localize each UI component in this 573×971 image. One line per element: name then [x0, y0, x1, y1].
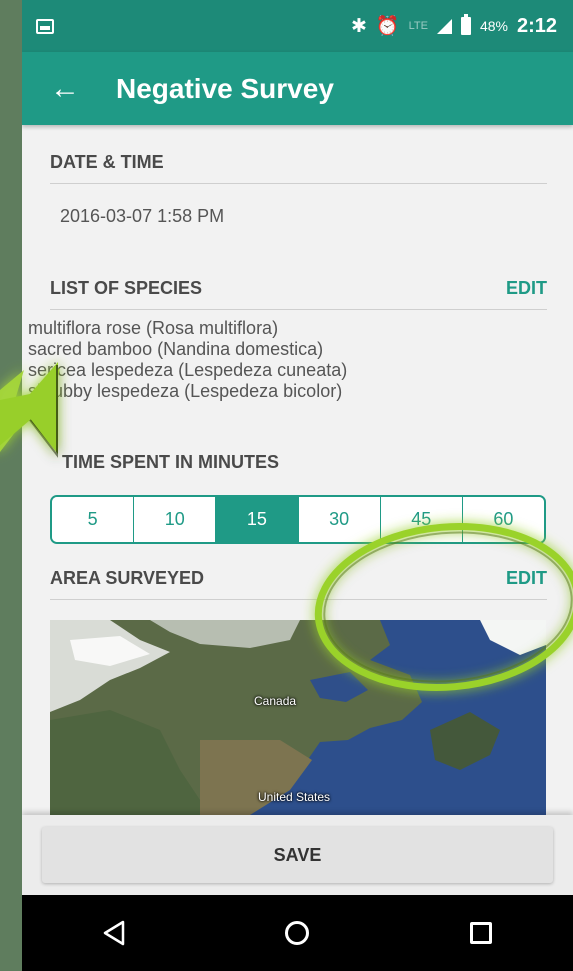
back-arrow-icon[interactable]: ←: [50, 73, 90, 104]
date-time-header: DATE & TIME: [50, 125, 547, 184]
edit-species-button[interactable]: EDIT: [506, 278, 547, 299]
time-option-10[interactable]: 10: [134, 497, 217, 542]
area-header: AREA SURVEYED EDIT: [50, 555, 547, 600]
date-time-label: DATE & TIME: [50, 152, 164, 172]
nav-recents-button[interactable]: [451, 903, 511, 963]
time-option-15[interactable]: 15: [216, 497, 299, 542]
survey-form: DATE & TIME 2016-03-07 1:58 PM LIST OF S…: [22, 125, 573, 971]
time-option-5[interactable]: 5: [52, 497, 135, 542]
species-item: shrubby lespedeza (Lespedeza bicolor): [28, 381, 343, 401]
species-label: LIST OF SPECIES: [50, 278, 203, 298]
map-label-united-states: United States: [258, 790, 331, 804]
time-option-30[interactable]: 30: [298, 497, 381, 542]
phone-screen: ✱ ⏰ LTE 48% 2:12 ← Negative Survey DATE …: [22, 0, 573, 971]
area-map[interactable]: Canada United States: [50, 620, 546, 815]
nav-back-button[interactable]: [84, 903, 144, 963]
edit-area-button[interactable]: EDIT: [506, 568, 547, 589]
area-label: AREA SURVEYED: [50, 568, 205, 588]
save-button[interactable]: SAVE: [42, 827, 553, 883]
time-option-45[interactable]: 45: [380, 497, 463, 542]
map-image: [50, 620, 546, 815]
species-item: sacred bamboo (Nandina domestica): [28, 339, 324, 359]
page-title: Negative Survey: [116, 72, 334, 104]
circle-home-icon: [285, 921, 310, 945]
square-recents-icon: [470, 922, 493, 944]
triangle-back-icon: [103, 920, 125, 946]
species-list: multiflora rose (Rosa multiflora) sacred…: [28, 318, 347, 402]
species-header: LIST OF SPECIES EDIT: [50, 260, 547, 310]
time-spent-header: TIME SPENT IN MINUTES: [62, 447, 547, 483]
alarm-icon: ⏰: [375, 16, 400, 37]
bluetooth-icon: ✱: [350, 15, 367, 37]
lte-indicator: LTE: [408, 20, 428, 32]
nav-home-button[interactable]: [267, 903, 327, 963]
image-notification-icon: [36, 18, 54, 34]
signal-icon: [436, 18, 452, 34]
app-bar: ← Negative Survey: [22, 52, 573, 125]
clock: 2:12: [516, 14, 557, 37]
time-option-60[interactable]: 60: [462, 497, 544, 542]
system-nav-bar: [22, 895, 573, 971]
date-time-value[interactable]: 2016-03-07 1:58 PM: [60, 206, 224, 227]
map-label-canada: Canada: [254, 694, 297, 708]
battery-percent: 48%: [479, 18, 508, 34]
species-item: multiflora rose (Rosa multiflora): [28, 318, 279, 338]
time-spent-selector: 5 10 15 30 45 60: [50, 495, 546, 544]
save-area: SAVE: [22, 815, 573, 905]
battery-icon: [460, 14, 471, 35]
time-spent-label: TIME SPENT IN MINUTES: [62, 452, 280, 472]
status-bar: ✱ ⏰ LTE 48% 2:12: [22, 0, 573, 52]
species-item: sericea lespedeza (Lespedeza cuneata): [28, 360, 348, 380]
